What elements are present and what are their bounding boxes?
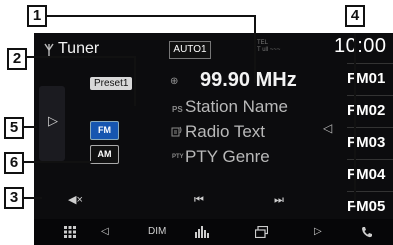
preset-badge: Preset1 — [90, 77, 133, 90]
station-name: Station Name — [185, 97, 288, 116]
callout-4-line — [354, 33, 356, 203]
radio-text: Radio Text — [185, 122, 266, 141]
chevron-left-icon[interactable]: ◁ — [323, 121, 332, 135]
callout-2-line-vertical — [134, 56, 136, 106]
chevron-right-icon: ▷ — [48, 113, 58, 128]
clock: 10:00 — [334, 35, 387, 57]
recent-apps-icon[interactable] — [255, 226, 268, 238]
tuner-screen: Tuner AUTO1 TEL T ull ~~~ 10:00 ▷ FM AM … — [34, 33, 393, 245]
callout-5: 5 — [4, 117, 24, 139]
callout-3: 3 — [4, 187, 24, 209]
callout-6: 6 — [4, 152, 24, 174]
pty-genre: PTY Genre — [185, 147, 270, 166]
status-line-2: T ull ~~~ — [257, 47, 281, 53]
callout-2: 2 — [7, 48, 27, 70]
callout-1-line — [45, 15, 255, 17]
mute-button[interactable]: ◀× — [68, 190, 83, 210]
callout-2-line — [25, 56, 135, 58]
phone-icon[interactable] — [361, 226, 373, 238]
radio-text-icon — [171, 126, 182, 137]
function-panel-tab[interactable]: ▷ — [39, 86, 65, 161]
callout-4: 4 — [345, 5, 365, 27]
grid-menu-icon[interactable] — [64, 226, 76, 238]
callout-1: 1 — [27, 5, 47, 27]
status-indicators: TEL T ull ~~~ — [257, 40, 280, 54]
control-bar: ◀× ⏮ ⏭ — [56, 190, 324, 210]
seek-next-button[interactable]: ⏭ — [274, 190, 284, 210]
callout-1-line-vertical — [254, 15, 256, 83]
seek-prev-button[interactable]: ⏮ — [194, 190, 204, 210]
pty-icon: PTY — [172, 154, 184, 160]
equalizer-icon[interactable] — [195, 226, 209, 238]
callout-3-line — [22, 197, 42, 199]
back-arrow-icon[interactable]: ◁ — [101, 223, 109, 241]
dim-button[interactable]: DIM — [148, 223, 166, 241]
forward-arrow-icon[interactable]: ▷ — [314, 223, 322, 241]
station-info-panel: Preset1 ⊕ 99.90 MHz PS Station Name Radi… — [76, 69, 321, 185]
seek-mode-badge[interactable]: AUTO1 — [169, 41, 211, 59]
callout-6-line — [22, 161, 100, 163]
status-line-1: TEL — [257, 40, 269, 46]
frequency: 99.90 MHz — [200, 69, 297, 91]
favorite-icon: ⊕ — [170, 76, 179, 87]
callout-5-line — [22, 126, 37, 128]
ps-icon: PS — [172, 105, 183, 114]
preset-list: ◁ FM01 FM02 FM03 FM04 FM05 — [323, 61, 393, 245]
bottom-bar: ◁ DIM ▷ — [34, 219, 393, 245]
